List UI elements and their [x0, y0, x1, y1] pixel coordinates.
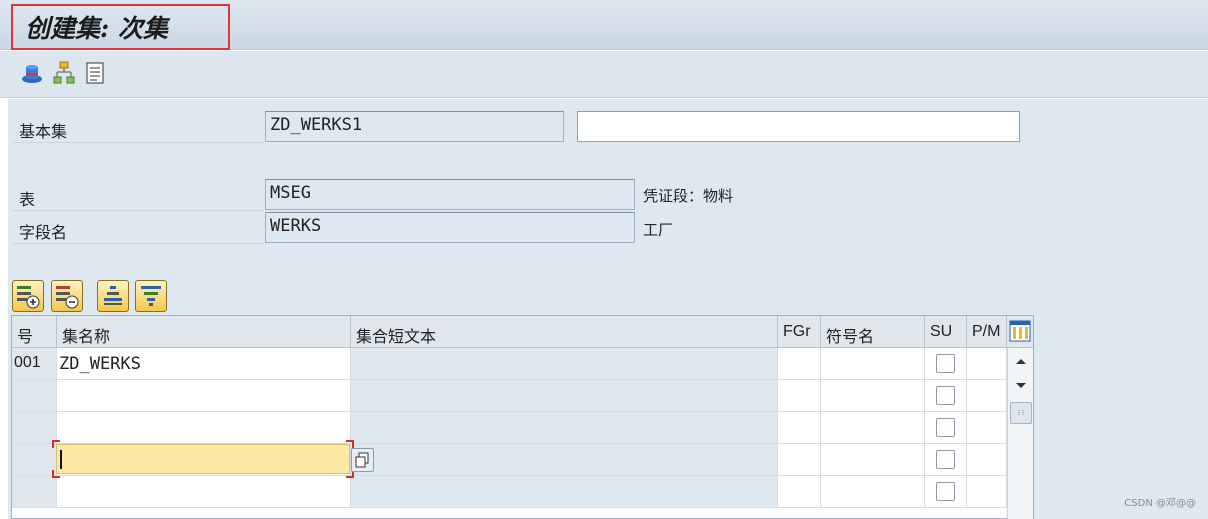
cell-su[interactable] [925, 444, 967, 476]
cell-symbol[interactable] [821, 444, 925, 476]
field-name-label: 字段名 [19, 223, 68, 242]
basic-set-field: ZD_WERKS1 [265, 111, 564, 142]
cell-num [12, 444, 57, 476]
table-description: 凭证段：物料 [643, 187, 734, 205]
su-checkbox[interactable] [936, 418, 955, 437]
table-label: 表 [19, 190, 36, 209]
basic-set-description-input[interactable] [577, 111, 1020, 142]
cell-symbol[interactable] [821, 412, 925, 444]
col-header-su[interactable]: SU [925, 316, 967, 348]
sets-table: 号 集名称 集合短文本 FGr 符号名 SU P/M 001 ZD_WERKS [11, 315, 1034, 519]
cell-short-text[interactable] [351, 348, 778, 380]
cell-text: 001 [14, 354, 41, 371]
text-cursor [60, 450, 62, 469]
col-header-num[interactable]: 号 [12, 316, 57, 348]
cell-symbol[interactable] [821, 476, 925, 508]
insert-row-button[interactable] [12, 280, 44, 312]
su-checkbox[interactable] [936, 354, 955, 373]
cell-short-text[interactable] [351, 444, 778, 476]
cell-su[interactable] [925, 476, 967, 508]
cell-fgr[interactable] [778, 380, 821, 412]
active-cell-input[interactable] [56, 444, 350, 474]
col-header-pm[interactable]: P/M [967, 316, 1007, 348]
su-checkbox[interactable] [936, 386, 955, 405]
filter-button[interactable] [135, 280, 167, 312]
basic-set-label: 基本集 [19, 122, 68, 141]
scroll-thumb[interactable] [1010, 402, 1032, 424]
cell-text: ZD_WERKS [59, 354, 141, 374]
scroll-down-icon[interactable] [1012, 376, 1030, 394]
cell-num [12, 412, 57, 444]
active-cell-focus [52, 440, 354, 478]
sort-ascending-button[interactable] [97, 280, 129, 312]
hat-icon[interactable] [20, 60, 44, 86]
document-list-icon[interactable] [83, 60, 107, 86]
cell-su[interactable] [925, 380, 967, 412]
label-underline [12, 243, 264, 244]
su-checkbox[interactable] [936, 450, 955, 469]
cell-pm[interactable] [967, 444, 1007, 476]
cell-symbol[interactable] [821, 348, 925, 380]
col-header-symbol[interactable]: 符号名 [821, 316, 925, 348]
label-underline [12, 210, 264, 211]
field-description: 工厂 [643, 221, 674, 239]
vertical-scrollbar[interactable] [1007, 348, 1033, 519]
cell-short-text[interactable] [351, 412, 778, 444]
copy-icon [355, 452, 369, 468]
column-settings-icon[interactable] [1007, 316, 1033, 348]
table-field: MSEG [265, 179, 635, 210]
col-header-set-name[interactable]: 集名称 [57, 316, 351, 348]
col-header-short-text[interactable]: 集合短文本 [351, 316, 778, 348]
cell-fgr[interactable] [778, 348, 821, 380]
cell-short-text[interactable] [351, 380, 778, 412]
focus-corner [52, 470, 60, 478]
cell-num [12, 380, 57, 412]
cell-set-name[interactable] [57, 380, 351, 412]
focus-corner [52, 440, 60, 448]
page-title: 创建集: 次集 [25, 14, 168, 43]
cell-fgr[interactable] [778, 444, 821, 476]
col-header-fgr[interactable]: FGr [778, 316, 821, 348]
hierarchy-icon[interactable] [52, 60, 76, 86]
cell-pm[interactable] [967, 348, 1007, 380]
cell-symbol[interactable] [821, 380, 925, 412]
cell-fgr[interactable] [778, 476, 821, 508]
cell-short-text[interactable] [351, 476, 778, 508]
cell-pm[interactable] [967, 380, 1007, 412]
cell-fgr[interactable] [778, 412, 821, 444]
value-help-button[interactable] [351, 448, 374, 472]
label-underline [12, 142, 264, 143]
su-checkbox[interactable] [936, 482, 955, 501]
application-toolbar [0, 51, 1208, 98]
cell-pm[interactable] [967, 412, 1007, 444]
field-name-field: WERKS [265, 212, 635, 243]
cell-num [12, 476, 57, 508]
focus-corner [346, 440, 354, 448]
cell-su[interactable] [925, 348, 967, 380]
cell-set-name[interactable] [57, 476, 351, 508]
cell-num: 001 [12, 348, 57, 380]
cell-set-name[interactable]: ZD_WERKS [57, 348, 351, 380]
delete-row-button[interactable] [51, 280, 83, 312]
cell-su[interactable] [925, 412, 967, 444]
watermark: CSDN @邓@@ [1124, 498, 1196, 509]
scroll-up-icon[interactable] [1012, 352, 1030, 370]
cell-pm[interactable] [967, 476, 1007, 508]
